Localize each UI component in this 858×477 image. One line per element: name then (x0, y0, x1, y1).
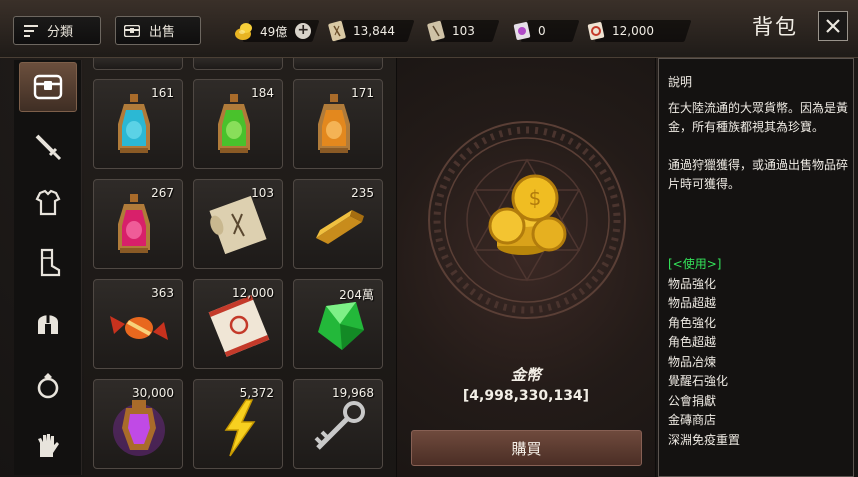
item-qty: 161 (151, 86, 174, 100)
item-qty: 12,000 (232, 286, 274, 300)
description-paragraph: 通過狩獵獲得，或通過出售物品碎片時可獲得。 (668, 158, 849, 191)
sort-button[interactable]: 分類 (13, 16, 101, 45)
item-qty: 5,372 (239, 386, 274, 400)
item-slot-sun-scroll[interactable]: 12,000 (193, 279, 283, 369)
boots-icon (40, 248, 61, 277)
item-amount: [4,998,330,134] (462, 388, 590, 404)
red-scroll-icon (587, 22, 605, 40)
item-detail-panel: $ 金幣 [4,998,330,134] 購買 (396, 58, 656, 477)
item-qty: 267 (151, 186, 174, 200)
description-title: 說明 (668, 75, 693, 89)
gloves-icon (38, 434, 59, 457)
category-sidebar (14, 60, 82, 475)
item-slot-blue-potion[interactable]: 161 (93, 79, 183, 169)
sort-button-label: 分類 (47, 25, 74, 40)
currency-gold: 49億 + (232, 19, 320, 43)
scroll-plain-icon (427, 20, 445, 42)
category-boots[interactable] (19, 238, 77, 288)
currency-scroll: 103 (424, 19, 500, 43)
currency-red-value: 12,000 (612, 24, 654, 38)
usage-item: 角色強化 (668, 315, 717, 330)
usage-heading: [<使用>] (668, 257, 722, 271)
usage-item: 物品冶煉 (668, 354, 717, 369)
category-helmet[interactable] (19, 298, 77, 348)
usage-item: 物品強化 (668, 276, 717, 291)
top-bar: 分類 出售 49億 + 13,844 103 0 12,000 背包 (0, 0, 858, 58)
armor-icon (35, 189, 61, 216)
buy-button[interactable]: 購買 (411, 430, 642, 466)
currency-red: 12,000 (584, 19, 692, 43)
category-gloves[interactable] (19, 420, 77, 470)
currency-scroll-value: 103 (452, 24, 475, 38)
item-qty: 30,000 (132, 386, 174, 400)
add-gold-button[interactable]: + (295, 23, 312, 39)
usage-list: [<使用>] 物品強化 物品超越 角色強化 角色超越 物品冶煉 覺醒石強化 公會… (668, 255, 740, 450)
sword-icon (35, 134, 62, 161)
usage-item: 金磚商店 (668, 413, 717, 427)
item-name: 金幣 (510, 366, 541, 384)
helmet-icon (38, 314, 58, 334)
item-slot-orange-potion[interactable]: 171 (293, 79, 383, 169)
item-qty: 235 (351, 186, 374, 200)
menu-lines-icon (24, 24, 38, 37)
item-qty: 19,968 (332, 386, 374, 400)
chest-small-icon (124, 24, 140, 37)
item-grid: 161 184 171 267 103 235 363 12,000 204萬 … (84, 58, 396, 477)
ring-icon (37, 373, 59, 399)
item-slot-green-potion[interactable]: 184 (193, 79, 283, 169)
item-slot-partial[interactable] (193, 58, 283, 70)
gold-coins-icon: $ (488, 174, 567, 255)
usage-item: 公會捐獻 (668, 393, 717, 408)
item-qty: 363 (151, 286, 174, 300)
item-slot-purple-lantern[interactable]: 30,000 (93, 379, 183, 469)
currency-gold-value: 49億 (260, 24, 288, 39)
close-button[interactable] (818, 11, 848, 41)
item-slot-partial[interactable] (293, 58, 383, 70)
currency-gold-scroll-value: 13,844 (353, 24, 395, 38)
item-slot-pink-potion[interactable]: 267 (93, 179, 183, 269)
chest-icon (33, 74, 63, 100)
scroll-gold-icon (328, 20, 346, 42)
close-icon (826, 19, 840, 33)
item-qty: 204萬 (339, 288, 374, 302)
purple-scroll-icon (513, 22, 531, 40)
item-slot-candy[interactable]: 363 (93, 279, 183, 369)
usage-item: 物品超越 (668, 296, 717, 310)
usage-item: 角色超越 (668, 335, 717, 349)
category-chest[interactable] (19, 62, 77, 112)
category-weapon[interactable] (19, 122, 77, 172)
currency-gold-scroll: 13,844 (325, 19, 415, 43)
item-slot-lightning[interactable]: 5,372 (193, 379, 283, 469)
category-ring[interactable] (19, 360, 77, 410)
sell-button-label: 出售 (149, 25, 176, 40)
page-title: 背包 (752, 15, 798, 39)
svg-text:$: $ (529, 186, 542, 210)
sell-button[interactable]: 出售 (115, 16, 201, 45)
item-qty: 103 (251, 186, 274, 200)
description-body: 在大陸流通的大眾貨幣。因為是黃金，所有種族都視其為珍寶。 通過狩獵獲得，或通過出… (668, 99, 848, 213)
category-armor[interactable] (19, 178, 77, 228)
gold-ingot-icon (235, 23, 252, 40)
item-qty: 184 (251, 86, 274, 100)
description-panel: 說明 在大陸流通的大眾貨幣。因為是黃金，所有種族都視其為珍寶。 通過狩獵獲得，或… (658, 58, 854, 477)
item-slot-key[interactable]: 19,968 (293, 379, 383, 469)
item-slot-green-gem[interactable]: 204萬 (293, 279, 383, 369)
item-slot-partial[interactable] (93, 58, 183, 70)
usage-item: 深淵免疫重置 (668, 432, 741, 447)
item-qty: 171 (351, 86, 374, 100)
currency-purple-value: 0 (538, 24, 546, 38)
item-slot-gold-bar[interactable]: 235 (293, 179, 383, 269)
currency-purple: 0 (510, 19, 580, 43)
item-slot-paper-scroll[interactable]: 103 (193, 179, 283, 269)
usage-item: 覺醒石強化 (668, 374, 729, 388)
description-paragraph: 在大陸流通的大眾貨幣。因為是黃金，所有種族都視其為珍寶。 (668, 101, 849, 134)
